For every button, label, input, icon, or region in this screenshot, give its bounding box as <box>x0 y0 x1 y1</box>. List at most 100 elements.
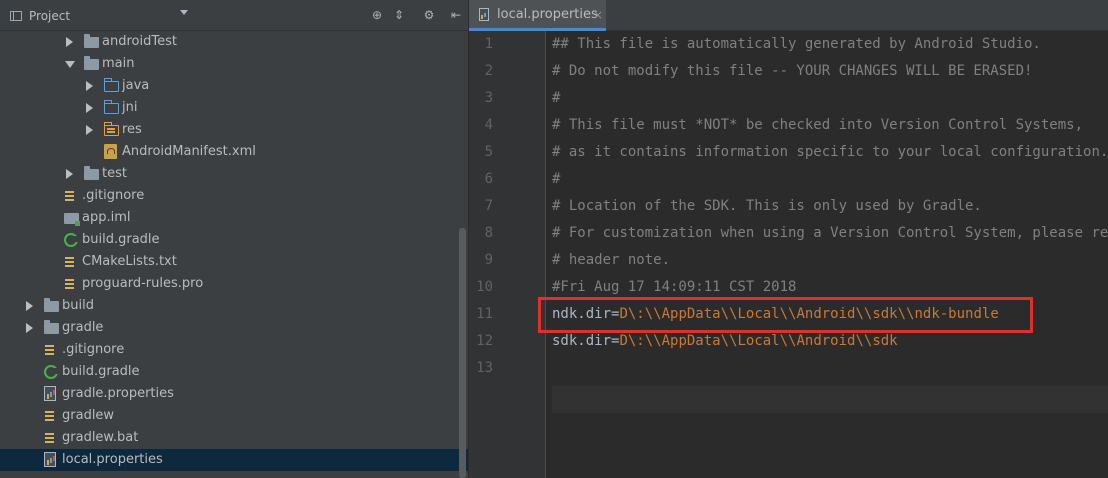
text-file-icon <box>44 431 55 445</box>
editor-area: local.properties × 1 2 3 4 5 6 7 8 9 10 11 12 13 ## … <box>469 0 1108 478</box>
tree-item-label: app.iml <box>82 210 131 225</box>
android-studio-window: Project ⊕ ⇕ ⚙ ⇤ androidTest main java jni re… <box>0 0 1108 478</box>
tree-item[interactable]: build.gradle <box>0 229 468 251</box>
chevron-right-icon[interactable] <box>86 81 93 91</box>
tree-item[interactable]: build <box>0 295 468 317</box>
folder-icon <box>44 320 59 334</box>
text-file-icon <box>44 409 55 423</box>
tree-item-label: res <box>122 122 142 137</box>
tree-item-label: gradlew.bat <box>62 430 139 445</box>
source-folder-icon <box>103 78 119 92</box>
line-number: 10 <box>476 279 493 295</box>
line-number: 4 <box>484 117 493 133</box>
line-number: 1 <box>484 36 493 52</box>
code-line: ## This file is automatically generated … <box>552 36 1041 52</box>
android-manifest-icon <box>104 144 117 159</box>
text-file-icon <box>64 255 75 269</box>
target-icon[interactable]: ⊕ <box>369 7 385 23</box>
tree-item[interactable]: local.properties <box>0 449 468 471</box>
line-number-gutter: 1 2 3 4 5 6 7 8 9 10 11 12 13 <box>469 31 545 478</box>
chevron-down-icon[interactable] <box>180 10 188 15</box>
project-icon <box>10 11 22 21</box>
text-file-icon <box>64 189 75 203</box>
chevron-right-icon[interactable] <box>66 169 73 179</box>
tree-item-label: build.gradle <box>82 232 160 247</box>
close-icon[interactable]: × <box>593 6 603 24</box>
line-number: 7 <box>484 198 493 214</box>
tree-item[interactable]: .gitignore <box>0 339 468 361</box>
tree-item-label: gradle.properties <box>62 386 174 401</box>
tree-item-label: androidTest <box>102 34 177 49</box>
tree-item[interactable]: res <box>0 119 468 141</box>
resource-folder-icon <box>103 122 119 136</box>
text-file-icon <box>44 343 55 357</box>
tree-item-label: main <box>102 56 135 71</box>
line-number: 5 <box>484 144 493 160</box>
tree-item[interactable]: main <box>0 53 468 75</box>
line-number: 11 <box>476 306 493 322</box>
properties-file-icon <box>479 8 489 21</box>
tree-item-label: gradlew <box>62 408 115 423</box>
gradle-icon <box>44 365 59 379</box>
chevron-down-icon[interactable] <box>65 61 75 68</box>
tree-item[interactable]: androidTest <box>0 31 468 53</box>
tree-item[interactable]: app.iml <box>0 207 468 229</box>
tree-item[interactable]: gradlew.bat <box>0 427 468 449</box>
text-file-icon <box>64 277 75 291</box>
tree-item[interactable]: proguard-rules.pro <box>0 273 468 295</box>
line-number: 3 <box>484 90 493 106</box>
tree-item[interactable]: gradlew <box>0 405 468 427</box>
tree-item-label: proguard-rules.pro <box>82 276 204 291</box>
tree-item-label: CMakeLists.txt <box>82 254 177 269</box>
project-view-selector[interactable]: Project <box>10 6 70 26</box>
tree-item-label: jni <box>122 100 138 115</box>
tree-item[interactable]: CMakeLists.txt <box>0 251 468 273</box>
chevron-right-icon[interactable] <box>86 103 93 113</box>
tree-item[interactable]: jni <box>0 97 468 119</box>
line-number: 6 <box>484 171 493 187</box>
chevron-right-icon[interactable] <box>26 301 33 311</box>
folder-icon <box>44 298 59 312</box>
collapse-all-icon[interactable]: ⇕ <box>391 7 407 23</box>
tree-item[interactable]: test <box>0 163 468 185</box>
chevron-right-icon[interactable] <box>66 37 73 47</box>
tree-item[interactable]: build.gradle <box>0 361 468 383</box>
project-panel-header: Project ⊕ ⇕ ⚙ ⇤ <box>0 0 468 31</box>
tree-item-label: build.gradle <box>62 364 140 379</box>
hide-panel-icon[interactable]: ⇤ <box>448 7 464 23</box>
line-number: 8 <box>484 225 493 241</box>
code-line: # <box>552 90 561 106</box>
folder-icon <box>84 34 99 48</box>
tree-item[interactable]: java <box>0 75 468 97</box>
properties-file-icon <box>44 386 56 401</box>
code-editor[interactable]: ## This file is automatically generated … <box>552 31 1108 478</box>
chevron-right-icon[interactable] <box>26 323 33 333</box>
code-line: # header note. <box>552 252 671 268</box>
project-panel-title: Project <box>29 9 71 23</box>
code-line: # For customization when using a Version… <box>552 225 1108 241</box>
code-line: # as it contains information specific to… <box>552 144 1108 160</box>
project-tree: androidTest main java jni res AndroidManifest… <box>0 31 468 478</box>
gradle-icon <box>64 233 79 247</box>
source-folder-icon <box>103 100 119 114</box>
tree-item-label: build <box>62 298 94 313</box>
tab-local-properties[interactable]: local.properties × <box>469 0 606 31</box>
tree-item[interactable]: AndroidManifest.xml <box>0 141 468 163</box>
code-line: # This file must *NOT* be checked into V… <box>552 117 1084 133</box>
annotation-highlight-box <box>538 297 1033 333</box>
chevron-right-icon[interactable] <box>86 125 93 135</box>
code-line: # Do not modify this file -- YOUR CHANGE… <box>552 63 1033 79</box>
tree-item[interactable]: gradle <box>0 317 468 339</box>
line-number: 9 <box>484 252 493 268</box>
project-tree-scrollbar[interactable] <box>459 228 466 478</box>
code-line: # Location of the SDK. This is only used… <box>552 198 982 214</box>
tree-item-label: .gitignore <box>82 188 145 203</box>
tree-item[interactable]: .gitignore <box>0 185 468 207</box>
module-file-icon <box>64 213 80 226</box>
tree-item[interactable]: gradle.properties <box>0 383 468 405</box>
line-number: 2 <box>484 63 493 79</box>
folder-icon <box>84 56 99 70</box>
tree-item-label: gradle <box>62 320 104 335</box>
current-line-highlight <box>552 386 1108 413</box>
gear-icon[interactable]: ⚙ <box>421 7 437 23</box>
